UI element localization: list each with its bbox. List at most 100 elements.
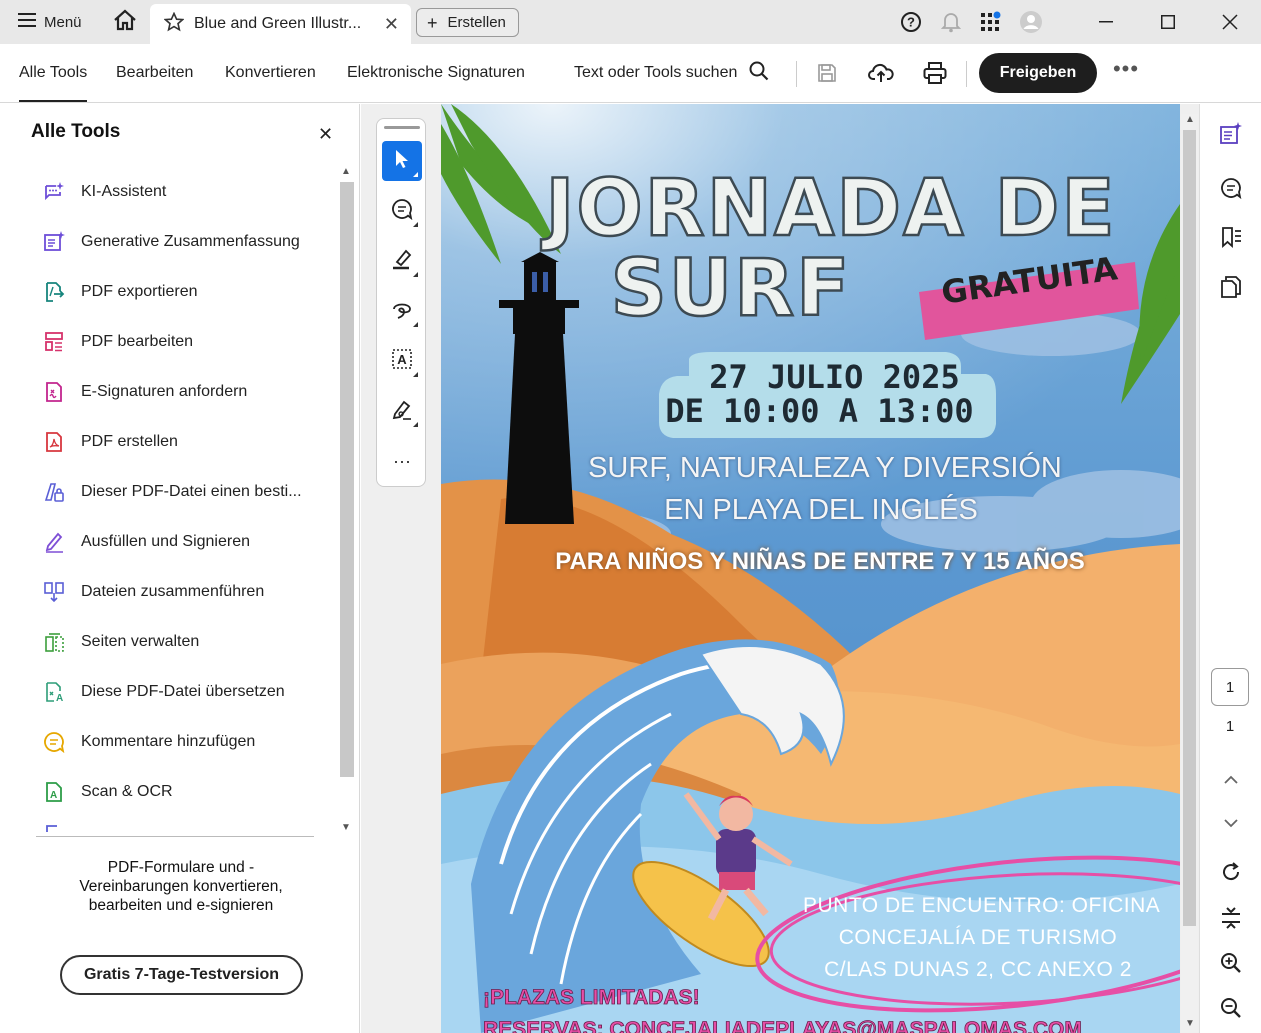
select-tool-button[interactable] xyxy=(382,141,422,181)
pen-sign-icon xyxy=(391,398,413,425)
panel-scrollbar[interactable]: ▲ ▼ xyxy=(337,162,357,837)
tab-title: Blue and Green Illustr... xyxy=(194,15,362,32)
fill-sign-icon xyxy=(42,530,66,554)
next-page-icon[interactable] xyxy=(1215,807,1247,839)
tool-more[interactable] xyxy=(0,817,334,837)
save-icon[interactable] xyxy=(811,58,843,88)
upload-cloud-icon[interactable] xyxy=(865,58,897,88)
share-button[interactable]: Freigeben xyxy=(979,53,1097,93)
tool-protect-pdf[interactable]: Dieser PDF-Datei einen besti... xyxy=(0,467,334,517)
tool-scan-ocr[interactable]: A Scan & OCR xyxy=(0,767,334,817)
tool-generative-summary[interactable]: Generative Zusammenfassung xyxy=(0,217,334,267)
tab-edit[interactable]: Bearbeiten xyxy=(116,44,193,102)
close-window-button[interactable] xyxy=(1199,0,1261,44)
scan-ocr-icon: A xyxy=(42,780,66,804)
tab-all-tools[interactable]: Alle Tools xyxy=(19,44,88,102)
tool-label: E-Signaturen anfordern xyxy=(81,383,248,400)
ai-summary-panel-icon[interactable] xyxy=(1215,118,1247,150)
scrollbar-thumb[interactable] xyxy=(1183,130,1196,926)
tool-create-pdf[interactable]: PDF erstellen xyxy=(0,417,334,467)
total-pages: 1 xyxy=(1225,718,1235,735)
text-box-tool-button[interactable]: A xyxy=(382,341,422,381)
zoom-out-icon[interactable] xyxy=(1215,992,1247,1024)
quick-tools-bar: A ··· xyxy=(376,118,426,487)
highlight-tool-button[interactable] xyxy=(382,241,422,281)
freehand-draw-icon xyxy=(391,298,413,325)
divider xyxy=(36,836,314,837)
tool-edit-pdf[interactable]: PDF bearbeiten xyxy=(0,317,334,367)
all-tools-panel: Alle Tools ✕ KI-Assistent Generative Zus… xyxy=(0,104,360,1033)
tool-request-signatures[interactable]: E-Signaturen anfordern xyxy=(0,367,334,417)
poster-title-line1: JORNADA DE xyxy=(544,163,1117,256)
home-icon xyxy=(113,9,137,36)
search-tools-label: Text oder Tools suchen xyxy=(574,64,738,81)
close-tab-icon[interactable]: ✕ xyxy=(384,14,399,35)
apps-grid-icon[interactable] xyxy=(971,0,1011,44)
highlighter-icon xyxy=(391,248,413,275)
home-button[interactable] xyxy=(104,0,146,44)
zoom-in-icon[interactable] xyxy=(1215,947,1247,979)
rotate-icon[interactable] xyxy=(1215,856,1247,888)
pages-panel-icon[interactable] xyxy=(1215,271,1247,303)
tool-translate-pdf[interactable]: A Diese PDF-Datei übersetzen xyxy=(0,667,334,717)
tool-label: Dieser PDF-Datei einen besti... xyxy=(81,483,302,500)
comments-panel-icon[interactable] xyxy=(1215,172,1247,204)
tool-label: Dateien zusammenführen xyxy=(81,583,265,600)
star-icon[interactable] xyxy=(163,11,185,37)
previous-page-icon[interactable] xyxy=(1215,764,1247,796)
more-options-icon[interactable]: ••• xyxy=(1110,58,1142,88)
more-quick-tools-icon[interactable]: ··· xyxy=(382,441,422,481)
combine-files-icon xyxy=(42,580,66,604)
bookmarks-panel-icon[interactable] xyxy=(1215,221,1247,253)
tool-fill-sign[interactable]: Ausfüllen und Signieren xyxy=(0,517,334,567)
document-scrollbar[interactable]: ▲ ▼ xyxy=(1181,114,1198,1033)
scrollbar-thumb[interactable] xyxy=(340,182,354,777)
menu-button[interactable]: Menü xyxy=(0,0,104,44)
sign-tool-button[interactable] xyxy=(382,391,422,431)
tab-convert[interactable]: Konvertieren xyxy=(225,44,316,102)
tool-add-comments[interactable]: Kommentare hinzufügen xyxy=(0,717,334,767)
right-rail: 1 1 xyxy=(1199,104,1261,1033)
title-bar: Menü Blue and Green Illustr... ✕ + Erste… xyxy=(0,0,1261,44)
minimize-button[interactable] xyxy=(1075,0,1137,44)
close-panel-icon[interactable]: ✕ xyxy=(318,124,333,145)
tool-combine-files[interactable]: Dateien zusammenführen xyxy=(0,567,334,617)
free-trial-button[interactable]: Gratis 7-Tage-Testversion xyxy=(60,955,303,995)
more-tools-icon xyxy=(42,815,66,837)
draw-tool-button[interactable] xyxy=(382,291,422,331)
add-comment-tool-button[interactable] xyxy=(382,191,422,231)
scroll-up-icon[interactable]: ▲ xyxy=(1185,114,1195,125)
tool-export-pdf[interactable]: PDF exportieren xyxy=(0,267,334,317)
pdf-page: JORNADA DE SURF GRATUITA 27 JULIO 2025 D… xyxy=(441,104,1180,1033)
document-tab[interactable]: Blue and Green Illustr... ✕ xyxy=(150,4,411,44)
hamburger-icon xyxy=(18,13,36,31)
search-tools-button[interactable]: Text oder Tools suchen xyxy=(574,44,769,102)
scroll-up-icon[interactable]: ▲ xyxy=(341,166,351,177)
print-icon[interactable] xyxy=(919,58,951,88)
current-page-input[interactable]: 1 xyxy=(1211,668,1249,706)
maximize-button[interactable] xyxy=(1137,0,1199,44)
comment-tool-icon xyxy=(391,198,413,225)
scroll-down-icon[interactable]: ▼ xyxy=(341,822,351,833)
tool-label: PDF exportieren xyxy=(81,283,198,300)
translate-pdf-icon: A xyxy=(42,680,66,704)
notifications-bell-icon[interactable] xyxy=(931,0,971,44)
document-viewer: A ··· JORNADA DE SURF GRATUITA 27 JULIO … xyxy=(361,104,1199,1033)
tool-organize-pages[interactable]: Seiten verwalten xyxy=(0,617,334,667)
promo-text: PDF-Formulare und -Vereinbarungen konver… xyxy=(79,859,283,914)
poster-subtitle-line1: SURF, NATURALEZA Y DIVERSIÓN xyxy=(588,452,1062,484)
poster-reservations: RESERVAS: CONCEJALIADEPLAYAS@MASPALOMAS.… xyxy=(483,1018,1083,1033)
menu-label: Menü xyxy=(44,13,82,31)
scroll-down-icon[interactable]: ▼ xyxy=(1185,1018,1195,1029)
fit-page-icon[interactable] xyxy=(1215,902,1247,934)
help-icon[interactable]: ? xyxy=(891,0,931,44)
create-pdf-icon xyxy=(42,430,66,454)
avatar[interactable] xyxy=(1011,0,1051,44)
poster-meeting-line1: PUNTO DE ENCUENTRO: OFICINA xyxy=(803,894,1161,917)
tool-ai-assistant[interactable]: KI-Assistent xyxy=(0,167,334,217)
create-button[interactable]: + Erstellen xyxy=(416,8,519,37)
drag-handle[interactable] xyxy=(384,126,420,129)
edit-pdf-icon xyxy=(42,330,66,354)
tab-e-signatures[interactable]: Elektronische Signaturen xyxy=(347,44,525,102)
tool-label: KI-Assistent xyxy=(81,183,167,200)
